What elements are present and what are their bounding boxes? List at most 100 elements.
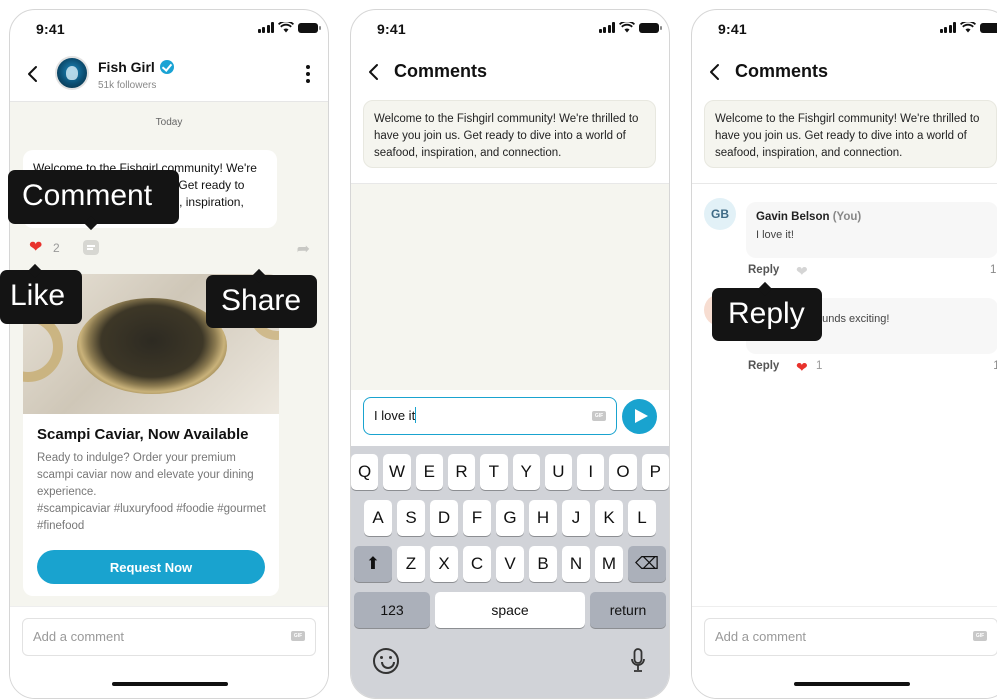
- follower-count: 51k followers: [98, 80, 156, 91]
- numbers-key[interactable]: 123: [354, 592, 430, 628]
- comment-bubble: Gavin Belson (You) I love it!: [746, 202, 997, 258]
- microphone-icon[interactable]: [631, 648, 645, 674]
- keyboard-row-2: ASDFGHJKL: [351, 500, 669, 536]
- key-z[interactable]: Z: [397, 546, 425, 582]
- more-options-icon[interactable]: [306, 65, 310, 86]
- back-chevron-icon[interactable]: [26, 64, 40, 84]
- add-comment-input[interactable]: Add a comment GIF: [22, 618, 316, 656]
- key-y[interactable]: Y: [513, 454, 540, 490]
- reply-tooltip: Reply: [712, 288, 822, 341]
- profile-header: Fish Girl 51k followers: [10, 48, 328, 102]
- status-time: 9:41: [718, 21, 747, 37]
- request-now-button[interactable]: Request Now: [37, 550, 265, 584]
- commenter-avatar[interactable]: GB: [704, 198, 736, 230]
- key-v[interactable]: V: [496, 546, 524, 582]
- gif-icon[interactable]: GIF: [291, 631, 305, 641]
- post-description: Ready to indulge? Order your premium sca…: [37, 450, 273, 535]
- phone-feed-screen: 9:41 Fish Girl 51k followers Today Welco…: [9, 9, 329, 699]
- key-l[interactable]: L: [628, 500, 656, 536]
- emoji-icon[interactable]: [373, 648, 399, 674]
- comment-like-count: 1: [816, 360, 822, 372]
- comments-header: Comments: [692, 48, 997, 98]
- battery-icon: [639, 23, 659, 33]
- wifi-icon: [960, 22, 976, 33]
- profile-name[interactable]: Fish Girl: [98, 59, 174, 75]
- backspace-key[interactable]: ⌫: [628, 546, 666, 582]
- key-g[interactable]: G: [496, 500, 524, 536]
- share-tooltip: Share: [206, 275, 317, 328]
- keyboard-row-3: ⬆ ZXCVBNM ⌫: [351, 546, 669, 582]
- profile-avatar[interactable]: [55, 56, 89, 90]
- comment-input-row: I love itGIF: [351, 390, 669, 446]
- key-s[interactable]: S: [397, 500, 425, 536]
- verified-badge-icon: [160, 60, 174, 74]
- space-key[interactable]: space: [435, 592, 585, 628]
- text-caret: [415, 407, 416, 423]
- back-chevron-icon[interactable]: [708, 62, 722, 82]
- key-x[interactable]: X: [430, 546, 458, 582]
- add-comment-placeholder: Add a comment: [33, 629, 124, 644]
- key-t[interactable]: T: [480, 454, 507, 490]
- comment-text-input[interactable]: I love itGIF: [363, 397, 617, 435]
- comment-composer: Add a commentGIF: [692, 606, 997, 699]
- key-a[interactable]: A: [364, 500, 392, 536]
- phone-compose-screen: 9:41 Comments Welcome to the Fishgirl co…: [350, 9, 670, 699]
- divider: [692, 183, 997, 184]
- reply-button[interactable]: Reply: [748, 360, 779, 372]
- key-u[interactable]: U: [545, 454, 572, 490]
- key-n[interactable]: N: [562, 546, 590, 582]
- status-icons: [940, 22, 997, 33]
- return-key[interactable]: return: [590, 592, 666, 628]
- send-icon[interactable]: [622, 399, 657, 434]
- context-message: Welcome to the Fishgirl community! We're…: [363, 100, 656, 168]
- status-bar: 9:41: [10, 10, 328, 48]
- shift-key[interactable]: ⬆: [354, 546, 392, 582]
- add-comment-input[interactable]: Add a commentGIF: [704, 618, 997, 656]
- reply-button[interactable]: Reply: [748, 264, 779, 276]
- key-c[interactable]: C: [463, 546, 491, 582]
- signal-icon: [599, 22, 616, 33]
- key-h[interactable]: H: [529, 500, 557, 536]
- you-tag: (You): [833, 211, 862, 223]
- like-heart-icon[interactable]: ❤: [29, 240, 42, 256]
- keyboard-row-1: QWERTYUIOP: [351, 454, 669, 490]
- back-chevron-icon[interactable]: [367, 62, 381, 82]
- signal-icon: [940, 22, 957, 33]
- key-k[interactable]: K: [595, 500, 623, 536]
- share-arrow-icon[interactable]: ➦: [297, 239, 310, 259]
- key-m[interactable]: M: [595, 546, 623, 582]
- post-description-text: Ready to indulge? Order your premium sca…: [37, 452, 254, 498]
- comments-header: Comments: [351, 48, 669, 98]
- key-o[interactable]: O: [609, 454, 636, 490]
- key-i[interactable]: I: [577, 454, 604, 490]
- wifi-icon: [619, 22, 635, 33]
- key-f[interactable]: F: [463, 500, 491, 536]
- comment-actions: Reply ❤ 1m: [748, 264, 997, 282]
- date-separator: Today: [10, 117, 328, 128]
- comment-text: I love it!: [756, 229, 988, 241]
- reaction-bar: ❤ 2 ➦: [29, 237, 310, 259]
- post-hashtags: #scampicaviar #luxuryfood #foodie #gourm…: [37, 503, 266, 532]
- key-r[interactable]: R: [448, 454, 475, 490]
- comment-icon[interactable]: [83, 240, 99, 255]
- comment-time: 1h: [993, 360, 997, 372]
- liked-heart-icon[interactable]: ❤: [796, 359, 808, 376]
- key-b[interactable]: B: [529, 546, 557, 582]
- comments-title: Comments: [394, 61, 487, 82]
- caviar-tin: [77, 298, 227, 394]
- keyboard-row-3-letters: ZXCVBNM: [397, 546, 623, 582]
- key-e[interactable]: E: [416, 454, 443, 490]
- context-message: Welcome to the Fishgirl community! We're…: [704, 100, 997, 168]
- key-j[interactable]: J: [562, 500, 590, 536]
- key-q[interactable]: Q: [351, 454, 378, 490]
- gif-icon[interactable]: GIF: [592, 411, 606, 421]
- like-count: 2: [53, 241, 60, 255]
- like-heart-icon[interactable]: ❤: [796, 263, 808, 280]
- status-time: 9:41: [377, 21, 406, 37]
- phone-comments-screen: 9:41 Comments Welcome to the Fishgirl co…: [691, 9, 997, 699]
- key-w[interactable]: W: [383, 454, 410, 490]
- gif-icon[interactable]: GIF: [973, 631, 987, 641]
- key-d[interactable]: D: [430, 500, 458, 536]
- comments-title: Comments: [735, 61, 828, 82]
- key-p[interactable]: P: [642, 454, 669, 490]
